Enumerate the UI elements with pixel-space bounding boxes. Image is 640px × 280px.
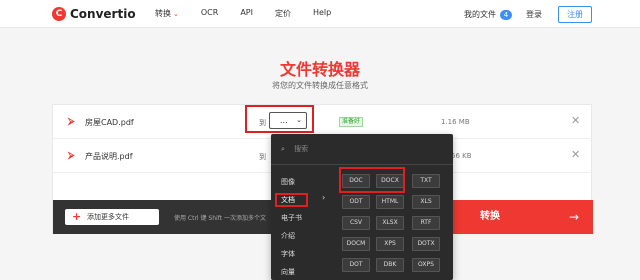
format-option-dot[interactable]: DOT	[342, 258, 370, 272]
nav-pricing[interactable]: 定价	[275, 8, 291, 19]
chevron-down-icon: ⌄	[173, 10, 179, 18]
register-button[interactable]: 注册	[558, 6, 592, 23]
format-option-dbk[interactable]: DBK	[376, 258, 404, 272]
close-icon[interactable]: ✕	[571, 148, 580, 161]
format-option-xps[interactable]: XPS	[376, 237, 404, 251]
format-option-docm[interactable]: DOCM	[342, 237, 370, 251]
search-icon: ⌕	[281, 145, 285, 153]
status-badge: 准备好	[339, 117, 364, 127]
file-size: 56 KB	[451, 152, 472, 160]
my-files-label: 我的文件	[464, 10, 496, 19]
multi-select-hint: 使用 Ctrl 键 Shift 一次添加多个文	[174, 215, 266, 222]
category-image[interactable]: 图像	[281, 177, 295, 187]
category-ebook[interactable]: 电子书	[281, 213, 302, 223]
format-search-placeholder: 搜索	[294, 145, 309, 153]
file-name: 房屋CAD.pdf	[85, 118, 134, 127]
category-font[interactable]: 字体	[281, 249, 295, 259]
convert-button[interactable]: 转换 →	[453, 200, 593, 234]
highlight-box	[275, 193, 308, 207]
arrow-right-icon: →	[568, 210, 579, 224]
my-files-count-badge: 4	[500, 9, 512, 20]
highlight-box	[245, 105, 314, 133]
category-vector[interactable]: 向量	[281, 267, 295, 277]
account-nav: 我的文件 4 登录 注册	[464, 6, 592, 23]
my-files-link[interactable]: 我的文件 4	[464, 9, 512, 20]
pdf-file-icon: ⮚	[68, 117, 75, 127]
close-icon[interactable]: ✕	[571, 114, 580, 127]
format-option-rtf[interactable]: RTF	[412, 216, 440, 230]
format-option-xlsx[interactable]: XLSX	[376, 216, 404, 230]
format-option-oxps[interactable]: OXPS	[412, 258, 440, 272]
login-link[interactable]: 登录	[526, 9, 542, 20]
format-option-txt[interactable]: TXT	[412, 174, 440, 188]
add-more-files-button[interactable]: + 添加更多文件	[65, 209, 159, 225]
to-label: 到	[259, 153, 266, 161]
logo-text: Convertio	[70, 7, 136, 21]
highlight-box	[339, 167, 405, 193]
format-search-input[interactable]: ⌕ 搜索	[281, 144, 308, 154]
format-option-csv[interactable]: CSV	[342, 216, 370, 230]
format-option-xls[interactable]: XLS	[412, 195, 440, 209]
page-subtitle: 将您的文件转换成任意格式	[272, 81, 368, 90]
page-title: 文件转换器	[279, 60, 360, 79]
format-option-html[interactable]: HTML	[376, 195, 404, 209]
category-presentation[interactable]: 介绍	[281, 231, 295, 241]
logo-icon: C	[52, 7, 66, 21]
nav-convert[interactable]: 转换 ⌄	[155, 8, 179, 19]
main-nav: 转换 ⌄ OCR API 定价 Help	[155, 8, 353, 19]
nav-api[interactable]: API	[240, 8, 253, 19]
format-option-odt[interactable]: ODT	[342, 195, 370, 209]
convert-label: 转换	[480, 211, 500, 222]
file-size: 1.16 MB	[441, 118, 470, 126]
chevron-right-icon: ›	[322, 193, 326, 202]
nav-ocr[interactable]: OCR	[201, 8, 218, 19]
add-more-files-label: 添加更多文件	[87, 213, 129, 221]
plus-icon: +	[72, 210, 82, 223]
format-option-dotx[interactable]: DOTX	[412, 237, 440, 251]
logo[interactable]: C Convertio	[52, 4, 136, 24]
file-name: 产品说明.pdf	[85, 152, 133, 161]
top-header: C Convertio 转换 ⌄ OCR API 定价 Help 我的文件 4 登…	[0, 0, 640, 28]
divider	[271, 164, 453, 165]
nav-help[interactable]: Help	[313, 8, 331, 19]
pdf-file-icon: ⮚	[68, 151, 75, 161]
